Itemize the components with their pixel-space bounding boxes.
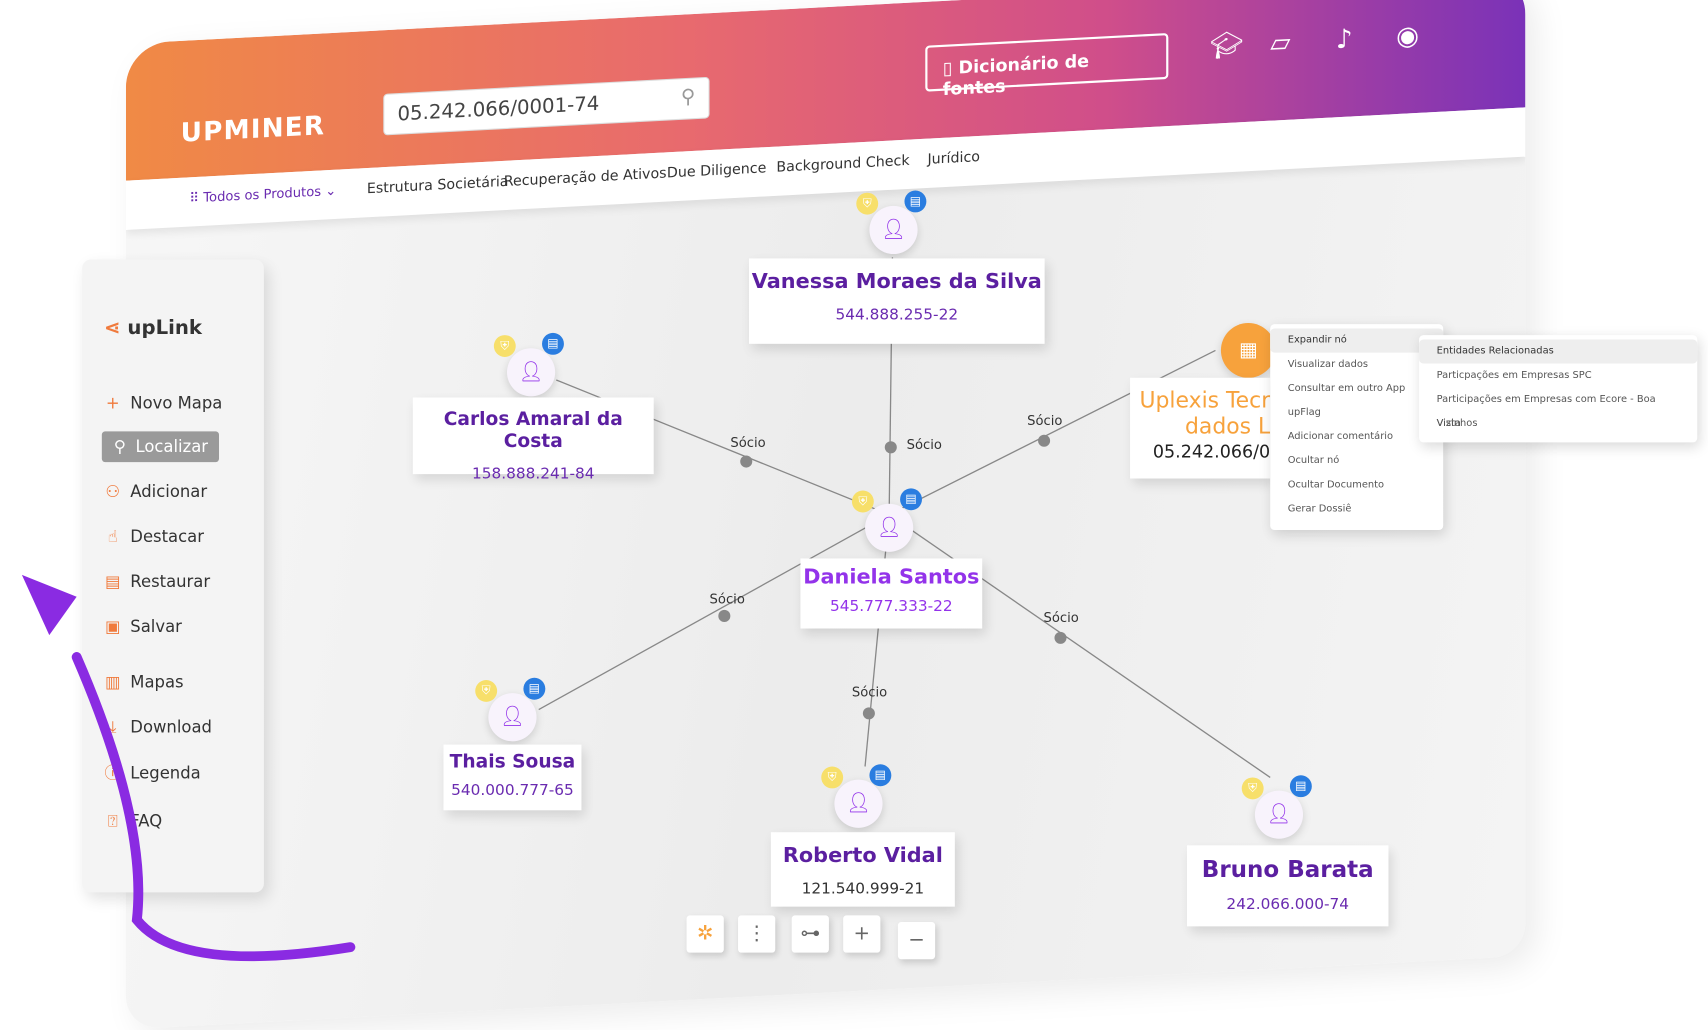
node-name: Daniela Santos — [803, 565, 980, 590]
layout-radial-button[interactable]: ✲ — [686, 915, 724, 953]
submenu-item-boa-vista[interactable]: Participações em Empresas com Ecore - Bo… — [1419, 388, 1697, 429]
edge-label: Sócio — [730, 434, 766, 451]
menu-item-upflag[interactable]: upFlag — [1270, 401, 1443, 425]
edge-dot — [1038, 434, 1051, 447]
node-doc: 545.777.333-22 — [830, 597, 953, 616]
node-doc: 158.888.241-84 — [471, 465, 595, 483]
pointer-icon: ☝ — [107, 526, 118, 547]
menu-item-visualizar[interactable]: Visualizar dados — [1270, 353, 1443, 377]
node-card-vanessa[interactable]: Vanessa Moraes da Silva 544.888.255-22 — [748, 258, 1045, 344]
shield-icon: ⛨ — [821, 766, 844, 789]
menu-item-label: Expandir nó — [1287, 335, 1347, 347]
node-card-daniela[interactable]: Daniela Santos 545.777.333-22 — [800, 558, 983, 629]
zoom-out-button[interactable]: − — [897, 921, 936, 960]
id-card-icon: ▤ — [523, 677, 546, 700]
context-menu: Expandir nó› Visualizar dados Consultar … — [1270, 324, 1444, 530]
id-card-icon: ▤ — [869, 764, 892, 787]
node-name: Uplexis Tecr — [1139, 386, 1271, 413]
menu-item-comentario[interactable]: Adicionar comentário — [1270, 425, 1443, 449]
node-name: Vanessa Moraes da Silva — [751, 269, 1042, 294]
node-name: Carlos Amaral da Costa — [443, 408, 623, 453]
edge-dot — [718, 609, 731, 622]
shield-icon: ⛨ — [856, 192, 879, 215]
shield-icon: ⛨ — [475, 679, 498, 702]
layout-hierarchy-button[interactable]: ⊶ — [791, 915, 829, 953]
share-icon: ⋖ — [104, 316, 121, 340]
node-doc: 544.888.255-22 — [835, 306, 959, 325]
shield-icon: ⛨ — [1241, 777, 1264, 800]
node-doc: 242.066.000-74 — [1226, 895, 1350, 914]
id-card-icon: ▤ — [904, 190, 927, 213]
edge-label: Sócio — [906, 436, 942, 453]
person-node-avatar[interactable]: ⛨ 👤︎ ▤ — [1241, 775, 1312, 839]
submenu-item-vizinhos[interactable]: Vizinhos — [1419, 412, 1697, 436]
sidebar-item-novo-mapa[interactable]: + Novo Mapa — [104, 393, 222, 413]
person-node-avatar[interactable]: ⛨ 👤︎ ▤ — [851, 488, 922, 552]
edge-label: Sócio — [709, 591, 745, 607]
person-node-avatar[interactable]: ⛨ 👤︎ ▤ — [821, 764, 892, 828]
submenu: Entidades Relacionadas Particpações em E… — [1419, 335, 1698, 443]
sidebar-item-label: Localizar — [135, 436, 209, 457]
menu-item-ocultar-doc[interactable]: Ocultar Documento — [1270, 473, 1443, 497]
sidebar-item-label: Novo Mapa — [130, 393, 223, 413]
company-node-avatar[interactable]: ▦ — [1220, 323, 1276, 378]
node-doc: 121.540.999-21 — [801, 880, 925, 898]
menu-item-ocultar-no[interactable]: Ocultar nó — [1270, 449, 1443, 473]
id-card-icon: ▤ — [542, 332, 564, 355]
edge-dot — [740, 455, 753, 468]
person-node-avatar[interactable]: ⛨ 👤︎ ▤ — [856, 190, 927, 255]
shield-icon: ⛨ — [851, 490, 874, 513]
node-card-roberto[interactable]: Roberto Vidal 121.540.999-21 — [770, 832, 955, 907]
node-card-bruno[interactable]: Bruno Barata 242.066.000-74 — [1186, 845, 1389, 927]
node-name: Roberto Vidal — [782, 843, 943, 868]
sidebar-item-localizar[interactable]: ⚲ Localizar — [101, 431, 219, 463]
menu-item-dossie[interactable]: Gerar Dossiê — [1270, 497, 1443, 521]
building-icon: ▦ — [1238, 338, 1258, 362]
node-card-uplexis[interactable]: Uplexis Tecr dados L 05.242.066/0 — [1130, 377, 1271, 479]
uplink-label: upLink — [127, 316, 203, 340]
edge-dot — [1054, 631, 1067, 644]
node-name: Bruno Barata — [1201, 856, 1374, 883]
node-doc: 540.000.777-65 — [451, 781, 574, 800]
menu-item-consultar[interactable]: Consultar em outro App — [1270, 377, 1443, 401]
sidebar-item-destacar[interactable]: ☝ Destacar — [104, 527, 204, 547]
uplink-title: ⋖ upLink — [104, 316, 202, 339]
edge-label: Sócio — [1027, 412, 1063, 429]
person-node-avatar[interactable]: ⛨ 👤︎ ▤ — [475, 677, 546, 742]
sidebar-item-adicionar[interactable]: ⚇ Adicionar — [104, 482, 207, 502]
add-user-icon: ⚇ — [105, 481, 121, 502]
node-card-carlos[interactable]: Carlos Amaral da Costa 158.888.241-84 — [412, 397, 654, 483]
node-card-thais[interactable]: Thais Sousa 540.000.777-65 — [443, 744, 582, 811]
decorative-arrow — [21, 574, 356, 962]
plus-icon: + — [105, 393, 120, 413]
edge-label: Sócio — [851, 684, 888, 700]
shield-icon: ⛨ — [493, 335, 516, 357]
submenu-item-entidades[interactable]: Entidades Relacionadas — [1419, 339, 1698, 364]
edge — [888, 514, 1271, 778]
node-name: dados L — [1184, 412, 1271, 440]
node-doc: 05.242.066/0 — [1152, 441, 1271, 463]
edge-dot — [884, 441, 897, 454]
id-card-icon: ▤ — [900, 488, 922, 511]
sidebar-item-label: Adicionar — [130, 481, 208, 502]
edge-label: Sócio — [1043, 609, 1079, 626]
search-icon: ⚲ — [113, 436, 126, 457]
id-card-icon: ▤ — [1289, 775, 1312, 798]
menu-item-expandir[interactable]: Expandir nó› — [1270, 328, 1444, 353]
edge-dot — [862, 707, 875, 720]
node-name: Thais Sousa — [449, 751, 576, 774]
zoom-in-button[interactable]: + — [843, 915, 881, 953]
sidebar-item-label: Destacar — [130, 526, 204, 547]
edge — [864, 514, 890, 767]
submenu-item-spc[interactable]: Particpações em Empresas SPC — [1419, 364, 1697, 388]
layout-tree-button[interactable]: ⋮ — [738, 915, 776, 953]
person-node-avatar[interactable]: ⛨ 👤︎ ▤ — [493, 332, 564, 397]
